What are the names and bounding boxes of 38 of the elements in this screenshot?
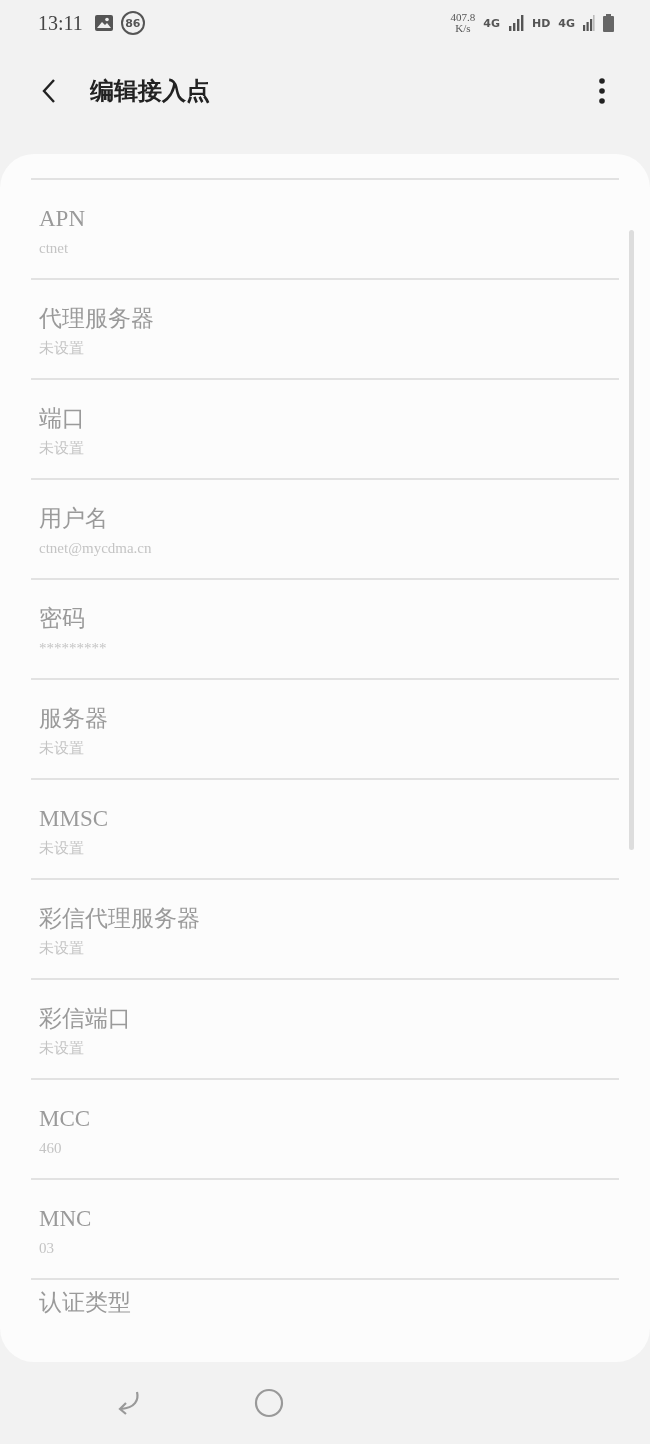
field-label: 彩信代理服务器 [39, 905, 201, 933]
clock-time: 13:11 [38, 11, 83, 35]
field-label: APN [39, 205, 86, 233]
field-label: 密码 [39, 605, 86, 633]
home-icon[interactable] [254, 1388, 284, 1418]
field-label: MCC [39, 1105, 92, 1133]
field-label: 彩信端口 [39, 1005, 132, 1033]
field-value: ********* [39, 639, 108, 658]
hd-label: HD [531, 16, 551, 30]
settings-item[interactable]: MCC 460 [31, 1080, 619, 1180]
field-value: ctnet@mycdma.cn [39, 539, 153, 558]
field-value: 03 [39, 1239, 55, 1258]
field-value: 460 [39, 1139, 63, 1158]
signal-icon [583, 15, 595, 31]
settings-item[interactable]: 用户名 ctnet@mycdma.cn [31, 480, 619, 580]
speed-value: 407.8 [450, 12, 476, 23]
network-type: 4G [483, 16, 500, 30]
settings-item[interactable]: APN ctnet [31, 180, 619, 280]
count-badge: 86 [120, 11, 145, 35]
field-label: 端口 [39, 405, 86, 433]
speed-unit: K/s [455, 23, 471, 34]
network-type: 4G [558, 16, 575, 30]
field-label: MNC [39, 1205, 93, 1233]
signal-icon [507, 15, 524, 31]
page-title: 编辑接入点 [90, 77, 210, 106]
more-icon[interactable] [598, 78, 606, 104]
field-label: 认证类型 [39, 1289, 132, 1317]
settings-item[interactable]: MNC 03 [31, 1180, 619, 1280]
battery-icon [603, 14, 614, 32]
settings-item[interactable]: 密码 ********* [31, 580, 619, 680]
back-icon[interactable] [42, 78, 56, 104]
field-label: 代理服务器 [39, 305, 155, 333]
settings-item[interactable]: 认证类型 [31, 1280, 619, 1320]
field-label: 用户名 [39, 505, 109, 533]
image-icon [94, 15, 113, 31]
field-label: 服务器 [39, 705, 109, 733]
field-value: ctnet [39, 239, 70, 258]
field-label: MMSC [39, 805, 110, 833]
